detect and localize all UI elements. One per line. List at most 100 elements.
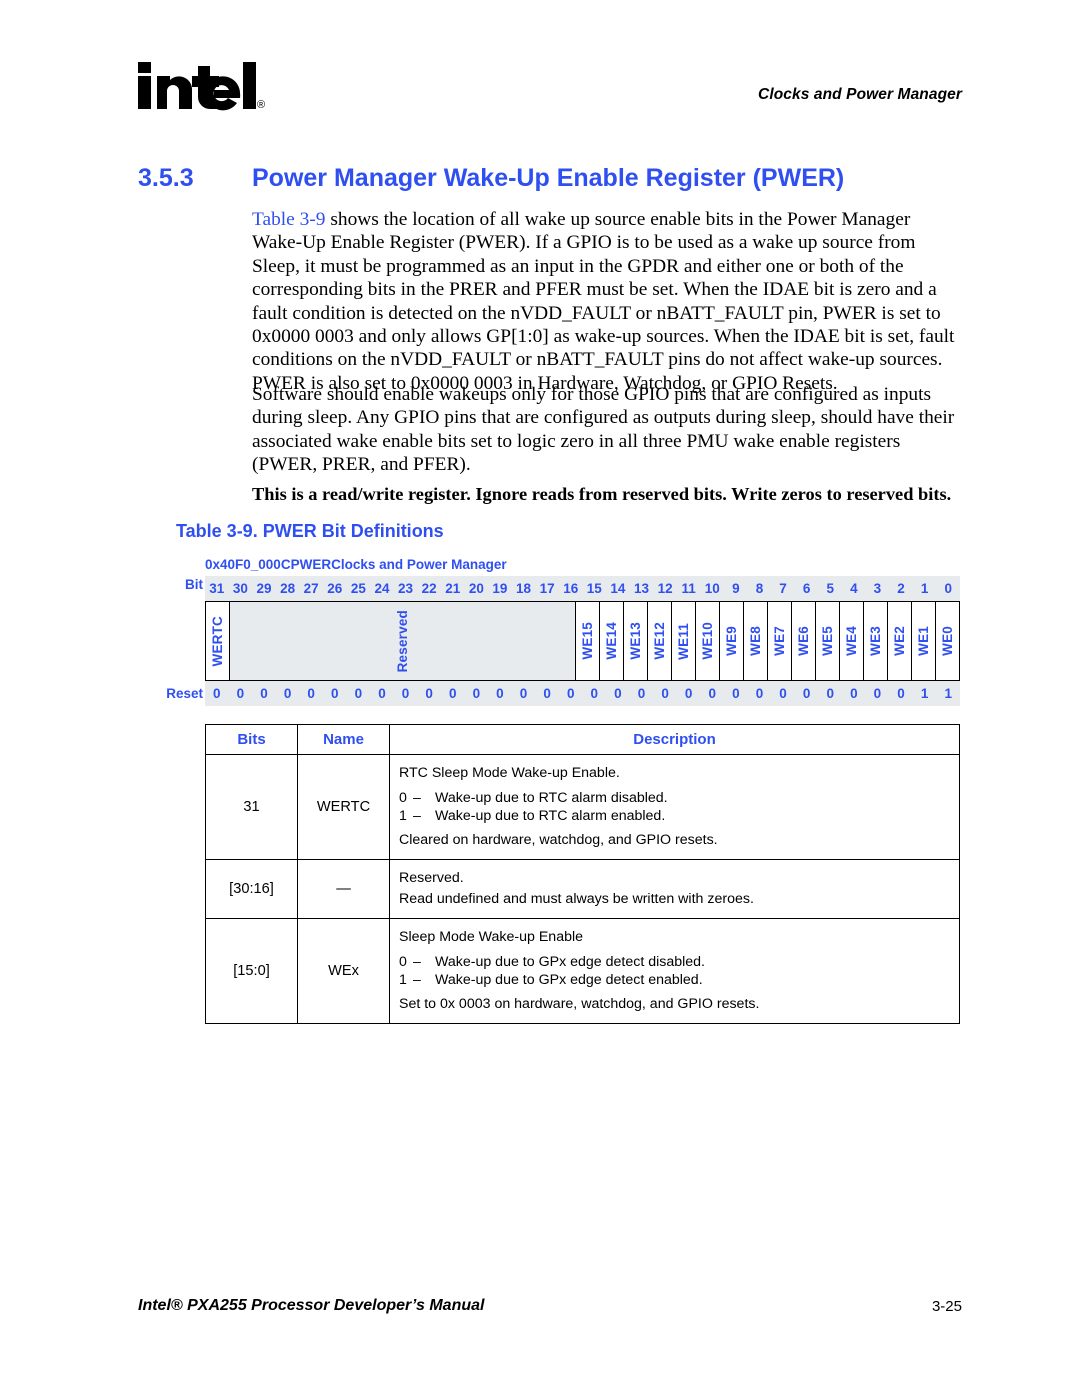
- bit-number: 23: [398, 581, 414, 596]
- description-bit-line: 1– Wake-up due to GPx edge detect enabled…: [399, 971, 959, 989]
- reset-bit-value: 0: [566, 686, 575, 701]
- bit-number: 4: [850, 581, 858, 596]
- reset-bit-value: 0: [472, 686, 481, 701]
- reset-bit-value: 0: [708, 686, 717, 701]
- cell-description: Sleep Mode Wake-up Enable 0– Wake-up due t…: [389, 918, 960, 1024]
- reset-bit-value: 0: [378, 686, 386, 701]
- register-diagram-grid: 0x40F0_000C PWER Clocks and Power Manage…: [205, 553, 960, 706]
- description-tail: Cleared on hardware, watchdog, and GPIO …: [399, 832, 718, 848]
- table-caption: Table 3-9. PWER Bit Definitions: [176, 521, 444, 541]
- bit-number: 18: [516, 581, 532, 596]
- bit-dash: –: [413, 971, 421, 988]
- bit-field-label: WE12: [652, 622, 667, 660]
- bit-field-row: WERTC Reserved WE15 WE14 WE13 WE12 WE11 WE10 WE9…: [205, 601, 960, 681]
- bit-number: 1: [920, 581, 929, 596]
- bit-number: 17: [539, 581, 555, 596]
- reset-bit-value: 0: [260, 686, 268, 701]
- reset-bit-value: 0: [425, 686, 433, 701]
- reset-bit-value: 0: [897, 686, 905, 701]
- reset-bit-value: 0: [755, 686, 764, 701]
- cell-bits: [30:16]: [205, 859, 298, 919]
- reset-bit-value: 0: [684, 686, 693, 701]
- description-bit-line: 0– Wake-up due to RTC alarm disabled.: [399, 789, 959, 807]
- cell-name: WERTC: [297, 754, 390, 860]
- readwrite-note: This is a read/write register. Ignore re…: [252, 484, 952, 504]
- column-header-description: Description: [389, 724, 960, 755]
- reset-bit-value: 0: [543, 686, 551, 701]
- bit-field-we5: WE5: [816, 602, 840, 680]
- bit-description: Wake-up due to GPx edge detect enabled.: [435, 971, 703, 988]
- description-bit-line: 1– Wake-up due to RTC alarm enabled.: [399, 807, 959, 825]
- reset-value-row: 00000000000000000000000000000011: [205, 681, 960, 706]
- reset-bit-value: 0: [661, 686, 669, 701]
- bit-description: Wake-up due to RTC alarm disabled.: [435, 789, 668, 806]
- bit-number: 30: [232, 581, 248, 596]
- bit-field-label: WE8: [748, 626, 763, 656]
- bit-field-we13: WE13: [624, 602, 648, 680]
- bit-description: Wake-up due to RTC alarm enabled.: [435, 807, 666, 824]
- reset-bit-value: 0: [802, 686, 811, 701]
- reset-bit-value: 1: [944, 686, 952, 701]
- bit-number: 28: [280, 581, 296, 596]
- bit-number: 7: [779, 581, 787, 596]
- bit-dash: –: [413, 807, 421, 824]
- bit-field-label: WE6: [796, 626, 811, 656]
- table-cross-reference-link[interactable]: Table 3-9: [252, 209, 325, 230]
- reset-bit-value: 0: [448, 686, 457, 701]
- reset-bit-value: 0: [614, 686, 622, 701]
- cell-name: —: [297, 859, 390, 919]
- registered-trademark-icon: ®: [257, 99, 266, 111]
- bit-number: 8: [755, 581, 764, 596]
- bit-definitions-body: 31 WERTC RTC Sleep Mode Wake-up Enable. 0– W…: [205, 754, 960, 1024]
- reset-bit-value: 0: [283, 686, 292, 701]
- bit-number: 5: [826, 581, 834, 596]
- description-headline: RTC Sleep Mode Wake-up Enable.: [399, 765, 620, 781]
- register-unit: Clocks and Power Manager: [331, 557, 507, 572]
- intel-logo: ®: [138, 62, 265, 114]
- bit-field-label: WE14: [604, 622, 619, 660]
- bit-field-we6: WE6: [792, 602, 816, 680]
- running-header: Clocks and Power Manager: [758, 86, 962, 103]
- footer-manual-title: Intel® PXA255 Processor Developer’s Manu…: [138, 1297, 485, 1314]
- register-diagram-title-row: 0x40F0_000C PWER Clocks and Power Manage…: [205, 553, 960, 576]
- bit-number: 24: [374, 581, 390, 596]
- bit-number: 14: [610, 581, 626, 596]
- bit-number: 19: [492, 581, 508, 596]
- bit-field-we2: WE2: [888, 602, 912, 680]
- bit-field-label: WE2: [892, 626, 907, 656]
- bit-field-we9: WE9: [720, 602, 744, 680]
- bit-value: 0: [399, 953, 407, 970]
- reset-bit-value: 0: [779, 686, 787, 701]
- table-row: [15:0] WEx Sleep Mode Wake-up Enable 0– Wake…: [205, 918, 960, 1024]
- reset-bit-value: 0: [307, 686, 315, 701]
- bit-definitions-table: Bits Name Description 31 WERTC RTC Sleep M…: [205, 724, 960, 1024]
- bit-field-wertc: WERTC: [206, 602, 230, 680]
- reset-bit-value: 0: [590, 686, 599, 701]
- description-bit-line: 0– Wake-up due to GPx edge detect disable…: [399, 953, 959, 971]
- bit-definitions-head: Bits Name Description: [205, 724, 960, 755]
- bit-field-label: WE5: [820, 626, 835, 656]
- bit-field-label: WE9: [724, 626, 739, 656]
- bit-dash: –: [413, 789, 421, 806]
- bit-field-we3: WE3: [864, 602, 888, 680]
- bit-field-label: WE11: [676, 622, 691, 660]
- bit-field-label: WE1: [916, 626, 931, 656]
- bit-number: 9: [732, 581, 740, 596]
- bit-field-we10: WE10: [696, 602, 720, 680]
- bit-field-reserved: Reserved: [230, 602, 576, 680]
- reset-bit-value: 0: [401, 686, 410, 701]
- intel-wordmark-icon: [138, 62, 256, 111]
- register-mnemonic: PWER: [290, 557, 332, 572]
- bit-number: 11: [681, 581, 696, 596]
- bit-number: 0: [944, 581, 952, 596]
- description-tail: Read undefined and must always be writte…: [399, 891, 754, 907]
- description-headline: Sleep Mode Wake-up Enable: [399, 929, 584, 945]
- bit-number: 10: [704, 581, 720, 596]
- bit-number: 27: [303, 581, 319, 596]
- body-paragraph-2: Software should enable wakeups only for …: [252, 384, 955, 476]
- bit-field-we8: WE8: [744, 602, 768, 680]
- bit-number: 12: [657, 581, 673, 596]
- table-row: 31 WERTC RTC Sleep Mode Wake-up Enable. 0– W…: [205, 754, 960, 860]
- body-paragraph-1: Table 3-9 shows the location of all wake…: [252, 208, 960, 395]
- bit-field-we0: WE0: [936, 602, 959, 680]
